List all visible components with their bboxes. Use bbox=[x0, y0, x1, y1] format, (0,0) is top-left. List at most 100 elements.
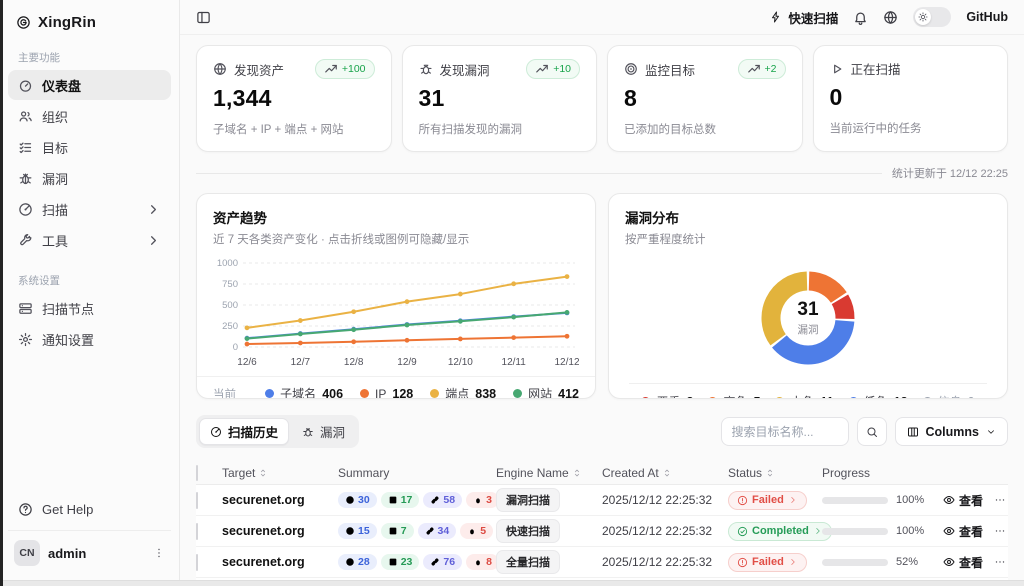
bug-icon bbox=[473, 495, 483, 505]
status-badge[interactable]: Completed bbox=[728, 522, 832, 541]
stat-value: 31 bbox=[419, 85, 581, 112]
status-badge[interactable]: Failed bbox=[728, 491, 807, 510]
globe-icon bbox=[345, 495, 355, 505]
main-area: 快速扫描 GitHub 发现资产 bbox=[180, 0, 1024, 586]
sidebar-item-label: 工具 bbox=[42, 231, 68, 250]
ellipsis-icon bbox=[994, 525, 1006, 537]
search-button[interactable] bbox=[857, 417, 887, 446]
status-badge[interactable]: Failed bbox=[728, 553, 807, 572]
stat-card-vulnerabilities: 发现漏洞 +10 31 所有扫描发现的漏洞 bbox=[402, 45, 598, 152]
legend-item-medium[interactable]: 中危 11 bbox=[775, 393, 833, 399]
table-row[interactable]: securenet.org 15 7 34 5 快速扫描 2025/12/12 … bbox=[196, 516, 1008, 547]
column-header-engine[interactable]: Engine Name bbox=[496, 466, 602, 480]
gauge-icon bbox=[18, 78, 33, 93]
panel-left-icon bbox=[196, 10, 211, 25]
sidebar-item-scan[interactable]: 扫描 bbox=[8, 194, 171, 224]
bug-icon bbox=[18, 171, 33, 186]
subdomain-count-badge: 28 bbox=[338, 554, 377, 570]
sidebar-item-dashboard[interactable]: 仪表盘 bbox=[8, 70, 171, 100]
gear-icon bbox=[18, 332, 33, 347]
target-cell[interactable]: securenet.org bbox=[222, 555, 338, 569]
progress-percent: 100% bbox=[896, 494, 924, 506]
app-logo[interactable]: XingRin bbox=[8, 10, 171, 33]
line-chart[interactable]: 0250500750100012/612/712/812/912/1012/11… bbox=[197, 247, 595, 376]
legend-item-high[interactable]: 高危 5 bbox=[708, 393, 760, 399]
topbar: 快速扫描 GitHub bbox=[180, 0, 1024, 35]
row-checkbox[interactable] bbox=[196, 554, 198, 571]
legend-item-subdomains[interactable]: 子域名 406 bbox=[265, 385, 343, 399]
github-link[interactable]: GitHub bbox=[966, 10, 1008, 24]
sidebar-item-organization[interactable]: 组织 bbox=[8, 101, 171, 131]
sidebar-item-scan-nodes[interactable]: 扫描节点 bbox=[8, 293, 171, 323]
language-button[interactable] bbox=[883, 10, 898, 25]
target-cell[interactable]: securenet.org bbox=[222, 493, 338, 507]
legend-item-low[interactable]: 低危 12 bbox=[849, 393, 908, 399]
chart-subtitle: 按严重程度统计 bbox=[625, 231, 991, 247]
stats-updated-divider: 统计更新于 12/12 22:25 bbox=[196, 165, 1008, 181]
stat-description: 已添加的目标总数 bbox=[624, 121, 786, 137]
row-checkbox[interactable] bbox=[196, 492, 198, 509]
tab-vulnerabilities[interactable]: 漏洞 bbox=[291, 418, 356, 445]
trend-badge: +10 bbox=[526, 59, 580, 79]
endpoint-count-badge: 76 bbox=[423, 554, 462, 570]
legend-item-endpoints[interactable]: 端点 838 bbox=[430, 385, 496, 399]
globe-icon bbox=[345, 557, 355, 567]
legend-item-info[interactable]: 信息 0 bbox=[923, 393, 975, 399]
link-icon bbox=[425, 526, 435, 536]
user-menu[interactable]: CN admin bbox=[8, 530, 171, 578]
summary-cell: 28 23 76 8 bbox=[338, 554, 496, 570]
legend-item-critical[interactable]: 严重 3 bbox=[641, 393, 693, 399]
view-button[interactable]: 查看 bbox=[943, 523, 983, 540]
notifications-button[interactable] bbox=[853, 10, 868, 25]
created-at-cell: 2025/12/12 22:25:32 bbox=[602, 555, 728, 569]
svg-text:12/9: 12/9 bbox=[397, 357, 417, 368]
column-header-status[interactable]: Status bbox=[728, 466, 822, 480]
row-menu-button[interactable] bbox=[994, 525, 1006, 537]
sidebar-item-notifications[interactable]: 通知设置 bbox=[8, 324, 171, 354]
sort-icon bbox=[765, 468, 775, 478]
legend-item-ip[interactable]: IP 128 bbox=[360, 387, 413, 400]
table-row[interactable]: securenet.org 30 17 58 3 漏洞扫描 2025/12/12… bbox=[196, 485, 1008, 516]
get-help-button[interactable]: Get Help bbox=[8, 495, 171, 524]
quick-scan-button[interactable]: 快速扫描 bbox=[770, 8, 838, 27]
view-button[interactable]: 查看 bbox=[943, 492, 983, 509]
sidebar: XingRin 主要功能 仪表盘 组织 目标 漏洞 扫描 工具 系统设置 扫描节… bbox=[0, 0, 180, 586]
vuln-count-badge: 5 bbox=[460, 523, 493, 539]
row-menu-button[interactable] bbox=[994, 494, 1006, 506]
trending-up-icon bbox=[535, 62, 549, 76]
svg-text:750: 750 bbox=[222, 279, 238, 290]
sidebar-section-main: 主要功能 bbox=[8, 50, 171, 65]
svg-text:250: 250 bbox=[222, 321, 238, 332]
vuln-distribution-card: 漏洞分布 按严重程度统计 31 漏洞 严重 3 bbox=[608, 193, 1008, 399]
row-checkbox[interactable] bbox=[196, 523, 198, 540]
ellipsis-icon bbox=[994, 494, 1006, 506]
trend-badge: +2 bbox=[738, 59, 786, 79]
view-button[interactable]: 查看 bbox=[943, 554, 983, 571]
column-header-target[interactable]: Target bbox=[222, 466, 338, 480]
target-cell[interactable]: securenet.org bbox=[222, 524, 338, 538]
bug-icon bbox=[473, 557, 483, 567]
search-input[interactable] bbox=[721, 417, 849, 446]
eye-icon bbox=[943, 525, 955, 537]
columns-button[interactable]: Columns bbox=[895, 417, 1008, 446]
sidebar-item-vulnerabilities[interactable]: 漏洞 bbox=[8, 163, 171, 193]
tab-scan-history[interactable]: 扫描历史 bbox=[199, 418, 289, 445]
select-all-checkbox[interactable] bbox=[196, 465, 198, 481]
search-icon bbox=[866, 426, 878, 438]
window-left-edge bbox=[0, 0, 3, 586]
sidebar-item-targets[interactable]: 目标 bbox=[8, 132, 171, 162]
progress-cell: 100% bbox=[822, 525, 934, 537]
columns-icon bbox=[907, 426, 919, 438]
sidebar-toggle-button[interactable] bbox=[196, 10, 211, 25]
row-menu-button[interactable] bbox=[994, 556, 1006, 568]
legend-item-websites[interactable]: 网站 412 bbox=[513, 385, 579, 399]
stat-description: 子域名 + IP + 端点 + 网站 bbox=[213, 121, 375, 137]
donut-chart[interactable]: 31 漏洞 bbox=[743, 253, 873, 383]
svg-text:1000: 1000 bbox=[217, 258, 238, 269]
legend-dot bbox=[775, 397, 784, 399]
theme-toggle[interactable] bbox=[913, 7, 951, 27]
help-circle-icon bbox=[18, 502, 33, 517]
column-header-created[interactable]: Created At bbox=[602, 466, 728, 480]
table-row[interactable]: securenet.org 28 23 76 8 全量扫描 2025/12/12… bbox=[196, 547, 1008, 578]
sidebar-item-tools[interactable]: 工具 bbox=[8, 225, 171, 255]
